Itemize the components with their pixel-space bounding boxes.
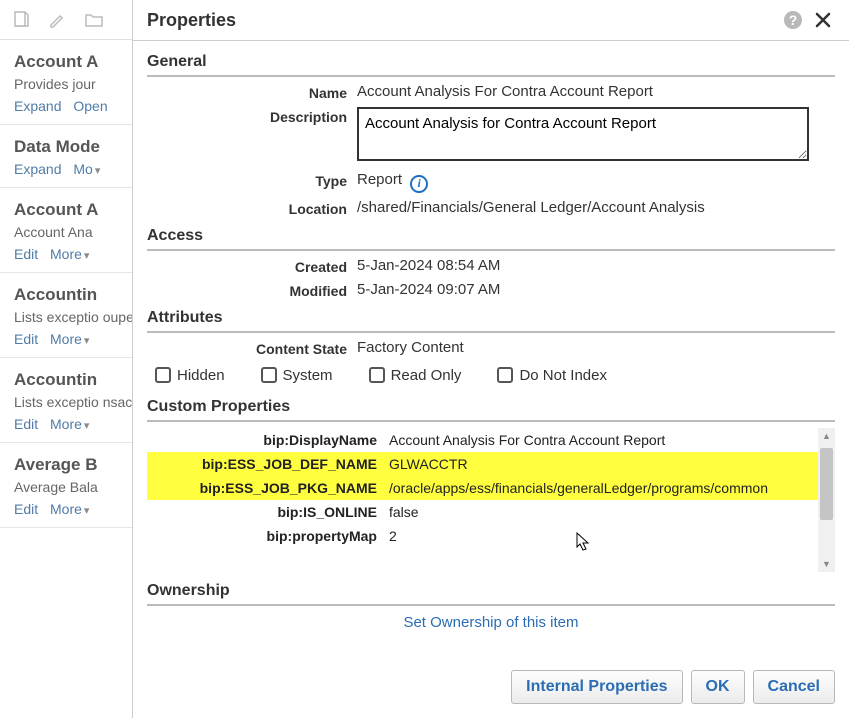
- section-access: Access: [147, 227, 835, 251]
- custom-property-row: bip:DisplayNameAccount Analysis For Cont…: [147, 428, 835, 452]
- description-input[interactable]: [357, 107, 809, 161]
- modified-label: Modified: [147, 281, 357, 299]
- more-link[interactable]: More: [50, 501, 89, 517]
- section-attributes: Attributes: [147, 309, 835, 333]
- checkbox-icon: [155, 367, 171, 383]
- scrollbar[interactable]: ▲ ▼: [818, 428, 835, 572]
- location-label: Location: [147, 199, 357, 217]
- content-state-label: Content State: [147, 339, 357, 357]
- custom-property-value: GLWACCTR: [385, 452, 835, 476]
- edit-link[interactable]: Edit: [14, 501, 38, 517]
- donotindex-checkbox[interactable]: Do Not Index: [497, 367, 607, 384]
- created-label: Created: [147, 257, 357, 275]
- custom-property-row: bip:ESS_JOB_PKG_NAME/oracle/apps/ess/fin…: [147, 476, 835, 500]
- svg-text:?: ?: [789, 12, 798, 28]
- scroll-thumb[interactable]: [820, 448, 833, 520]
- more-link[interactable]: Mo: [73, 161, 100, 177]
- custom-property-key: bip:DisplayName: [147, 428, 385, 452]
- description-label: Description: [147, 107, 357, 125]
- location-value: /shared/Financials/General Ledger/Accoun…: [357, 199, 835, 216]
- info-icon[interactable]: i: [410, 175, 428, 193]
- custom-property-key: bip:propertyMap: [147, 524, 385, 548]
- section-ownership: Ownership: [147, 582, 835, 606]
- internal-properties-button[interactable]: Internal Properties: [511, 670, 682, 704]
- name-label: Name: [147, 83, 357, 101]
- more-link[interactable]: More: [50, 246, 89, 262]
- folder-icon[interactable]: [80, 6, 108, 34]
- checkbox-icon: [369, 367, 385, 383]
- dialog-footer: Internal Properties OK Cancel: [133, 660, 849, 718]
- help-icon[interactable]: ?: [781, 8, 805, 32]
- expand-link[interactable]: Expand: [14, 98, 61, 114]
- custom-property-value: Account Analysis For Contra Account Repo…: [385, 428, 835, 452]
- custom-property-key: bip:IS_ONLINE: [147, 500, 385, 524]
- name-value: Account Analysis For Contra Account Repo…: [357, 83, 835, 100]
- dialog-header: Properties ?: [133, 0, 849, 41]
- checkbox-icon: [261, 367, 277, 383]
- system-checkbox[interactable]: System: [261, 367, 333, 384]
- custom-property-row: bip:IS_ONLINEfalse: [147, 500, 835, 524]
- custom-property-key: bip:ESS_JOB_DEF_NAME: [147, 452, 385, 476]
- properties-dialog: Properties ? General Name Account Analys…: [132, 0, 849, 718]
- type-value: Report: [357, 171, 402, 188]
- more-link[interactable]: More: [50, 331, 89, 347]
- type-label: Type: [147, 171, 357, 189]
- hidden-checkbox[interactable]: Hidden: [155, 367, 225, 384]
- custom-property-value: false: [385, 500, 835, 524]
- modified-value: 5-Jan-2024 09:07 AM: [357, 281, 835, 298]
- scroll-up-icon[interactable]: ▲: [818, 428, 835, 444]
- scroll-down-icon[interactable]: ▼: [818, 556, 835, 572]
- edit-link[interactable]: Edit: [14, 331, 38, 347]
- checkbox-icon: [497, 367, 513, 383]
- custom-property-row: bip:propertyMap2: [147, 524, 835, 548]
- doc-icon[interactable]: [8, 6, 36, 34]
- ok-button[interactable]: OK: [691, 670, 745, 704]
- section-general: General: [147, 53, 835, 77]
- more-link[interactable]: More: [50, 416, 89, 432]
- section-custom: Custom Properties: [147, 398, 835, 422]
- open-link[interactable]: Open: [73, 98, 107, 114]
- edit-link[interactable]: Edit: [14, 246, 38, 262]
- custom-properties-scroll[interactable]: bip:DisplayNameAccount Analysis For Cont…: [147, 428, 835, 572]
- content-state-value: Factory Content: [357, 339, 835, 356]
- expand-link[interactable]: Expand: [14, 161, 61, 177]
- custom-property-row: bip:ESS_JOB_DEF_NAMEGLWACCTR: [147, 452, 835, 476]
- close-icon[interactable]: [811, 8, 835, 32]
- edit-link[interactable]: Edit: [14, 416, 38, 432]
- custom-property-key: bip:ESS_JOB_PKG_NAME: [147, 476, 385, 500]
- custom-property-value: /oracle/apps/ess/financials/generalLedge…: [385, 476, 835, 500]
- pencil-icon[interactable]: [44, 6, 72, 34]
- custom-property-value: 2: [385, 524, 835, 548]
- readonly-checkbox[interactable]: Read Only: [369, 367, 462, 384]
- created-value: 5-Jan-2024 08:54 AM: [357, 257, 835, 274]
- set-ownership-link[interactable]: Set Ownership of this item: [403, 614, 578, 631]
- cancel-button[interactable]: Cancel: [753, 670, 835, 704]
- dialog-title: Properties: [147, 10, 775, 31]
